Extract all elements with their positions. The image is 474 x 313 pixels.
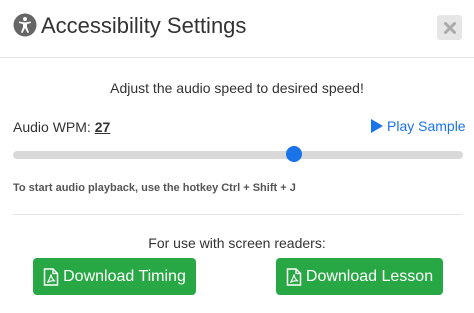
download-timing-label: Download Timing: [63, 267, 186, 285]
audio-speed-slider-thumb[interactable]: [286, 146, 303, 162]
screen-readers-label: For use with screen readers:: [148, 235, 326, 251]
download-timing-button[interactable]: Download Timing: [33, 258, 196, 295]
pdf-file-icon: [286, 267, 302, 286]
dialog-title: Accessibility Settings: [41, 13, 247, 38]
audio-speed-slider-track[interactable]: [13, 151, 463, 159]
download-lesson-label: Download Lesson: [305, 267, 434, 285]
pdf-file-icon: [43, 267, 59, 286]
audio-wpm-label: Audio WPM: 27: [13, 118, 110, 136]
accessibility-icon: [13, 13, 37, 37]
play-sample-link[interactable]: Play Sample: [371, 116, 466, 136]
speed-instructions: Adjust the audio speed to desired speed!: [110, 80, 364, 96]
play-sample-label: Play Sample: [387, 118, 466, 134]
audio-wpm-value: 27: [94, 119, 111, 135]
dialog-header: Accessibility Settings: [0, 0, 474, 58]
close-button[interactable]: [437, 15, 462, 40]
play-icon: [371, 119, 383, 133]
accessibility-settings-dialog: Accessibility Settings Adjust the audio …: [0, 0, 474, 313]
close-icon: [443, 21, 456, 34]
section-divider: [13, 214, 463, 215]
download-lesson-button[interactable]: Download Lesson: [276, 258, 443, 295]
audio-wpm-text: Audio WPM:: [13, 119, 91, 135]
hotkey-hint: To start audio playback, use the hotkey …: [13, 182, 296, 194]
